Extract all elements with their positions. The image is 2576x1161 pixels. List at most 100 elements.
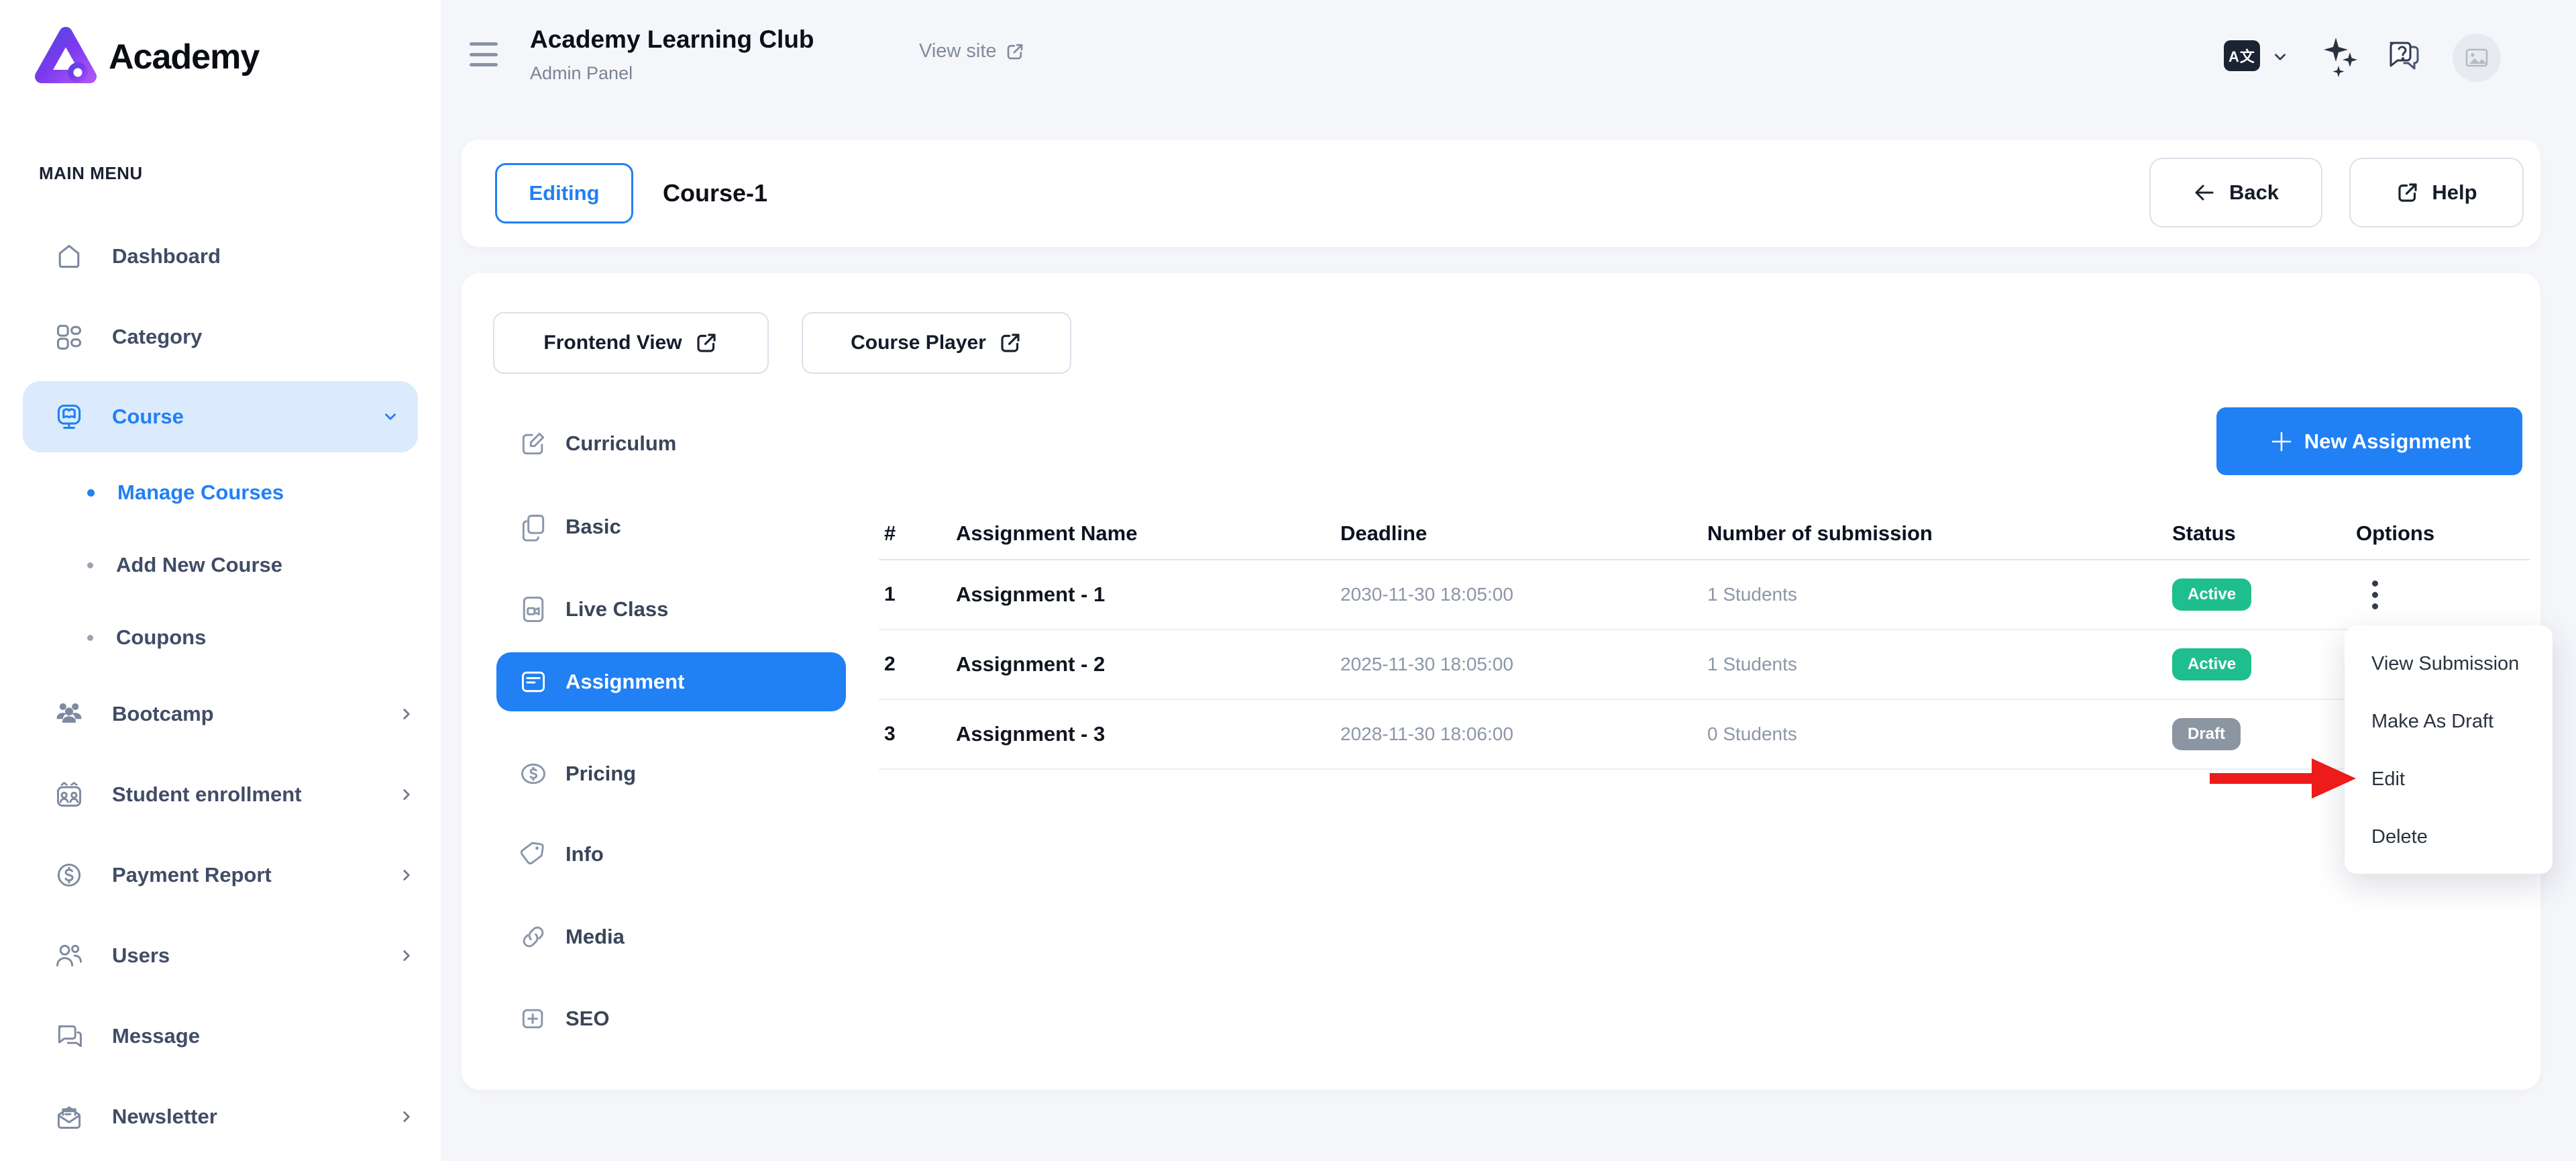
arrow-left-icon: [2193, 181, 2217, 205]
sparkles-icon[interactable]: [2318, 35, 2363, 79]
sidebar-item-users[interactable]: Users: [0, 915, 441, 996]
chevron-right-icon: [398, 786, 415, 803]
brand-logo[interactable]: Academy: [35, 26, 259, 89]
sidebar-subitem-manage-courses[interactable]: Manage Courses: [0, 456, 441, 529]
tab-label: Media: [566, 925, 625, 949]
course-icon: [54, 402, 84, 432]
external-link-icon: [998, 331, 1022, 355]
status-badge: Active: [2172, 648, 2251, 680]
sidebar-item-label: Payment Report: [112, 863, 272, 887]
sidebar-nav: Dashboard Category Course: [0, 216, 441, 1157]
tab-label: Live Class: [566, 597, 668, 621]
menu-item-view-submission[interactable]: View Submission: [2345, 635, 2553, 693]
sidebar-item-dashboard[interactable]: Dashboard: [0, 216, 441, 297]
tab-label: SEO: [566, 1007, 609, 1031]
dollar-circle-icon: [54, 860, 84, 890]
col-header-options: Options: [2351, 521, 2530, 546]
sidebar-toggle-button[interactable]: [470, 42, 498, 66]
tab-info[interactable]: Info: [496, 825, 846, 884]
tab-pricing[interactable]: Pricing: [496, 744, 846, 803]
assignment-deadline: 2030-11-30 18:05:00: [1335, 584, 1702, 605]
site-subtitle: Admin Panel: [530, 63, 814, 84]
chevron-right-icon: [398, 866, 415, 884]
new-assignment-label: New Assignment: [2304, 430, 2471, 454]
user-avatar[interactable]: [2453, 34, 2501, 82]
menu-item-edit[interactable]: Edit: [2345, 750, 2553, 808]
sidebar-item-category[interactable]: Category: [0, 297, 441, 377]
help-button[interactable]: Help: [2349, 158, 2524, 228]
back-button[interactable]: Back: [2149, 158, 2322, 228]
row-index: 1: [879, 583, 951, 606]
assignment-doc-icon: [519, 667, 548, 697]
sidebar-item-label: Message: [112, 1024, 200, 1048]
sidebar-item-course-wrap: Course: [0, 377, 441, 456]
assignment-deadline: 2025-11-30 18:05:00: [1335, 654, 1702, 675]
assignment-name: Assignment - 1: [951, 583, 1335, 607]
table-header-row: # Assignment Name Deadline Number of sub…: [879, 508, 2530, 560]
external-link-icon: [2396, 181, 2420, 205]
red-arrow-annotation: [2210, 757, 2357, 800]
help-label: Help: [2432, 181, 2477, 205]
chevron-right-icon: [398, 947, 415, 964]
chevron-right-icon: [398, 1108, 415, 1125]
plus-icon: [2268, 428, 2295, 455]
status-badge: Draft: [2172, 718, 2241, 750]
assignment-submissions: 1 Students: [1702, 654, 2167, 675]
sidebar-item-label: Newsletter: [112, 1105, 217, 1129]
assignment-submissions: 1 Students: [1702, 584, 2167, 605]
tab-media[interactable]: Media: [496, 907, 846, 966]
sidebar-item-bootcamp[interactable]: Bootcamp: [0, 674, 441, 754]
users-icon: [54, 941, 84, 970]
sidebar-item-student-enrollment[interactable]: Student enrollment: [0, 754, 441, 835]
frontend-view-label: Frontend View: [543, 332, 682, 354]
sidebar: Academy MAIN MENU Dashboard Category: [0, 0, 441, 1161]
sidebar-item-course[interactable]: Course: [23, 381, 418, 452]
row-index: 3: [879, 723, 951, 746]
support-chat-icon[interactable]: [2384, 38, 2424, 78]
row-options-kebab-icon[interactable]: [2356, 574, 2385, 616]
tab-label: Assignment: [566, 670, 684, 694]
sidebar-item-label: Category: [112, 325, 202, 349]
col-header-submissions: Number of submission: [1702, 521, 2167, 546]
tab-curriculum[interactable]: Curriculum: [496, 414, 846, 473]
view-site-label: View site: [919, 40, 997, 62]
sidebar-item-label: Course: [112, 405, 184, 429]
tab-label: Basic: [566, 515, 621, 539]
assignment-name: Assignment - 3: [951, 722, 1335, 746]
tab-seo[interactable]: SEO: [496, 989, 846, 1048]
menu-item-make-as-draft[interactable]: Make As Draft: [2345, 693, 2553, 750]
sidebar-item-message[interactable]: Message: [0, 996, 441, 1076]
course-player-button[interactable]: Course Player: [802, 312, 1071, 374]
assignment-submissions: 0 Students: [1702, 723, 2167, 745]
sidebar-item-payment-report[interactable]: Payment Report: [0, 835, 441, 915]
bootcamp-users-icon: [54, 699, 84, 729]
frontend-view-button[interactable]: Frontend View: [493, 312, 769, 374]
assignments-table: # Assignment Name Deadline Number of sub…: [879, 508, 2530, 770]
sidebar-item-newsletter[interactable]: Newsletter: [0, 1076, 441, 1157]
tag-icon: [519, 840, 548, 869]
sidebar-subitem-coupons[interactable]: Coupons: [0, 601, 441, 674]
sidebar-item-label: Student enrollment: [112, 783, 301, 807]
new-assignment-button[interactable]: New Assignment: [2216, 407, 2522, 475]
admin-panel-page: Academy MAIN MENU Dashboard Category: [0, 0, 2576, 1161]
language-switcher[interactable]: A文: [2224, 40, 2260, 71]
tab-live-class[interactable]: Live Class: [496, 580, 846, 639]
chevron-down-icon: [382, 408, 399, 425]
image-placeholder-icon: [2464, 45, 2489, 70]
back-label: Back: [2229, 181, 2279, 205]
language-chevron-down-icon[interactable]: [2271, 48, 2289, 66]
menu-item-delete[interactable]: Delete: [2345, 808, 2553, 866]
col-header-name: Assignment Name: [951, 521, 1335, 546]
row-index: 2: [879, 653, 951, 676]
tab-assignment[interactable]: Assignment: [496, 652, 846, 711]
editing-status-chip[interactable]: Editing: [495, 163, 633, 223]
bullet-icon: [87, 635, 93, 641]
sidebar-subitem-label: Manage Courses: [117, 481, 284, 505]
col-header-deadline: Deadline: [1335, 521, 1702, 546]
sidebar-section-label: MAIN MENU: [39, 163, 143, 184]
view-site-link[interactable]: View site: [919, 40, 1025, 62]
tab-basic[interactable]: Basic: [496, 497, 846, 556]
sidebar-subitem-add-new-course[interactable]: Add New Course: [0, 529, 441, 601]
edit-square-icon: [519, 429, 548, 458]
assignment-name: Assignment - 2: [951, 652, 1335, 676]
